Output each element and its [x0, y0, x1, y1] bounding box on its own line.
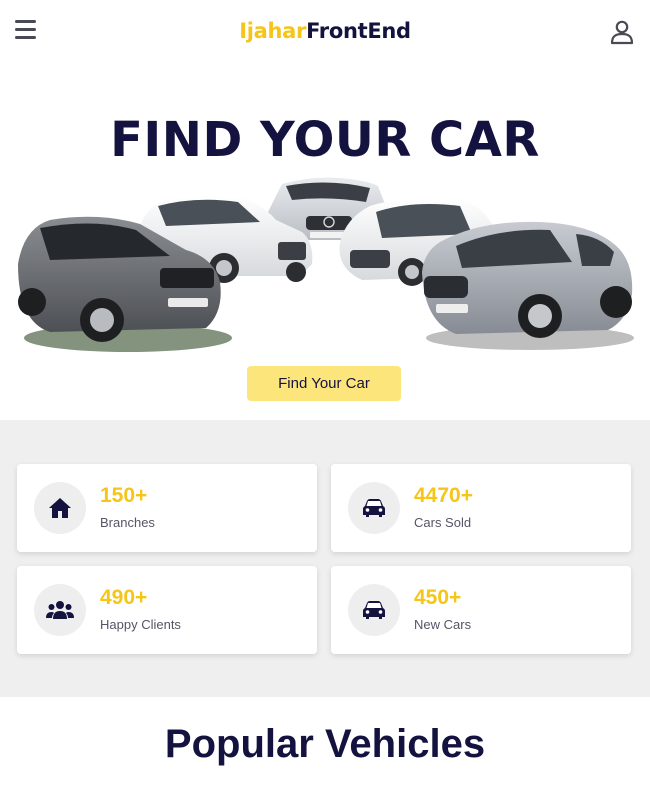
popular-vehicles-heading: Popular Vehicles [0, 722, 650, 767]
stat-value: 150+ [100, 484, 148, 507]
stat-value: 450+ [414, 586, 462, 609]
car-ix35 [422, 221, 634, 350]
car-icon [348, 482, 400, 534]
stat-label: Branches [100, 515, 155, 530]
stat-card-cars-sold: 4470+ Cars Sold [331, 464, 631, 552]
home-icon [34, 482, 86, 534]
logo-text-ijahar: Ijahar [239, 19, 307, 43]
hero-cars-image [18, 177, 634, 352]
find-your-car-button[interactable]: Find Your Car [247, 366, 401, 401]
stat-value: 4470+ [414, 484, 473, 507]
users-icon [34, 584, 86, 636]
stat-label: New Cars [414, 617, 472, 632]
stat-label: Happy Clients [100, 617, 181, 632]
site-logo[interactable]: IjaharFrontEnd [0, 19, 650, 43]
stat-card-branches: 150+ Branches [17, 464, 317, 552]
stat-card-new-cars: 450+ New Cars [331, 566, 631, 654]
heading-text-popular: Popular [164, 722, 314, 766]
stat-card-happy-clients: 490+ Happy Clients [17, 566, 317, 654]
top-header: IjaharFrontEnd [0, 0, 650, 64]
hero-title: FIND YOUR CAR [110, 112, 540, 168]
user-icon[interactable] [608, 18, 636, 46]
stats-section [0, 420, 650, 697]
logo-text-frontend: FrontEnd [306, 19, 411, 43]
stat-value: 490+ [100, 586, 148, 609]
car-icon [348, 584, 400, 636]
stat-label: Cars Sold [414, 515, 472, 530]
heading-text-vehicles: Vehicles [324, 722, 486, 766]
